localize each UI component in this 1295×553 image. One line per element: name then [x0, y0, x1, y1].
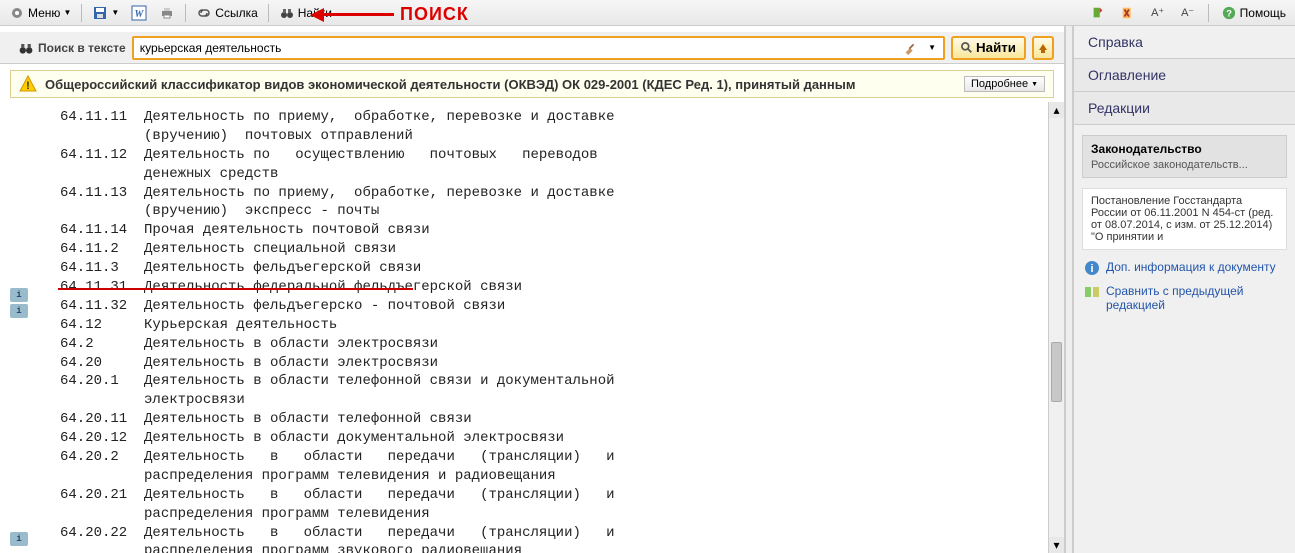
search-label: Поиск в тексте — [38, 41, 126, 55]
doc-line: (вручению) экспресс - почты — [60, 202, 1054, 221]
vertical-scrollbar[interactable]: ▴ ▾ — [1048, 102, 1064, 553]
cog-icon — [9, 5, 25, 21]
font-increase-button[interactable]: A⁺ — [1145, 3, 1171, 23]
find-in-text-button[interactable]: Найти — [951, 36, 1026, 60]
binoculars-icon — [279, 5, 295, 21]
annotation-arrow: ПОИСК — [310, 4, 469, 25]
scroll-up-button[interactable]: ▴ — [1049, 102, 1064, 118]
link-label: Ссылка — [215, 6, 257, 20]
tab-revisions[interactable]: Редакции — [1074, 92, 1295, 125]
binoculars-icon — [18, 40, 34, 56]
decree-box: Постановление Госстандарта России от 06.… — [1082, 188, 1287, 250]
separator — [185, 4, 186, 22]
tool-a-button[interactable] — [1085, 3, 1111, 23]
right-panel: Справка Оглавление Редакции Законодатель… — [1073, 26, 1295, 553]
font-decrease-button[interactable]: A⁻ — [1175, 3, 1201, 23]
help-icon: ? — [1221, 5, 1237, 21]
find-btn-label: Найти — [976, 40, 1016, 55]
tool-b-button[interactable] — [1115, 3, 1141, 23]
info-box: Законодательство Российское законодатель… — [1082, 135, 1287, 178]
notice-text: Общероссийский классификатор видов эконо… — [45, 77, 956, 92]
search-up-button[interactable] — [1032, 36, 1054, 60]
doc-line: 64.11.32 Деятельность фельдъегерско - по… — [60, 297, 1054, 316]
chevron-down-icon: ▼ — [111, 8, 119, 17]
arrow-up-icon — [1037, 42, 1049, 54]
notice-bar: ! Общероссийский классификатор видов эко… — [10, 70, 1054, 98]
svg-text:i: i — [1090, 263, 1093, 275]
doc-line: 64.20.22 Деятельность в области передачи… — [60, 524, 1054, 543]
doc-line: 64.11.2 Деятельность специальной связи — [60, 240, 1054, 259]
doc-line: 64.11.12 Деятельность по осуществлению п… — [60, 146, 1054, 165]
compare-icon — [1084, 284, 1100, 300]
tab-reference[interactable]: Справка — [1074, 26, 1295, 59]
word-icon: W — [131, 5, 147, 21]
doc-line: 64.20.11 Деятельность в области телефонн… — [60, 410, 1054, 429]
svg-text:W: W — [135, 9, 145, 20]
info-sub: Российское законодательств... — [1091, 159, 1278, 171]
doc-line: 64.11.11 Деятельность по приему, обработ… — [60, 108, 1054, 127]
info-header: Законодательство — [1091, 142, 1278, 156]
doc-line: электросвязи — [60, 391, 1054, 410]
search-brush-button[interactable] — [899, 38, 921, 58]
scroll-thumb[interactable] — [1051, 342, 1062, 402]
save-button[interactable]: ▼ — [87, 3, 124, 23]
doc-line: распределения программ телевидения и рад… — [60, 467, 1054, 486]
doc-line: денежных средств — [60, 165, 1054, 184]
printer-icon — [159, 5, 175, 21]
link-icon — [196, 5, 212, 21]
doc-line: 64.11.3 Деятельность фельдъегерской связ… — [60, 259, 1054, 278]
document-body: i i i 64.11.11 Деятельность по приему, о… — [0, 102, 1064, 553]
info-tab-1[interactable]: i — [10, 288, 28, 302]
svg-text:?: ? — [1226, 8, 1232, 19]
menu-button[interactable]: Меню ▼ — [4, 3, 76, 23]
search-input-wrap: ▼ — [132, 36, 945, 60]
doc-line: 64.20 Деятельность в области электросвяз… — [60, 354, 1054, 373]
doc-line: 64.11.13 Деятельность по приему, обработ… — [60, 184, 1054, 203]
separator — [268, 4, 269, 22]
search-dropdown-button[interactable]: ▼ — [921, 38, 943, 58]
link-extra-info[interactable]: i Доп. информация к документу — [1074, 256, 1295, 280]
font-minus-icon: A⁻ — [1180, 5, 1196, 21]
doc-line: 64.12 Курьерская деятельность — [60, 316, 1054, 335]
chevron-down-icon: ▼ — [1031, 81, 1038, 88]
doc-line: распределения программ звукового радиове… — [60, 542, 1054, 553]
svg-text:!: ! — [26, 80, 30, 92]
menu-label: Меню — [28, 6, 60, 20]
highlight-underline — [58, 288, 413, 290]
doc-line: 64.20.2 Деятельность в области передачи … — [60, 448, 1054, 467]
separator — [1208, 4, 1209, 22]
info-tab-2[interactable]: i — [10, 304, 28, 318]
top-toolbar: Меню ▼ ▼ W Ссылка — [0, 0, 1295, 26]
info-icon: i — [1084, 260, 1100, 276]
doc-line: распределения программ телевидения — [60, 505, 1054, 524]
info-tab-3[interactable]: i — [10, 532, 28, 546]
pane-gutter[interactable] — [1065, 26, 1073, 553]
link-button[interactable]: Ссылка — [191, 3, 262, 23]
doc-line: 64.11.14 Прочая деятельность почтовой св… — [60, 221, 1054, 240]
help-button[interactable]: ? Помощь — [1216, 3, 1291, 23]
bookmark-icon — [1090, 5, 1106, 21]
annotation-label: ПОИСК — [400, 4, 469, 25]
help-label: Помощь — [1240, 6, 1286, 20]
scroll-down-button[interactable]: ▾ — [1049, 537, 1064, 553]
floppy-icon — [92, 5, 108, 21]
doc-line: 64.20.1 Деятельность в области телефонно… — [60, 372, 1054, 391]
separator — [81, 4, 82, 22]
tab-contents[interactable]: Оглавление — [1074, 59, 1295, 92]
doc-line: 64.2 Деятельность в области электросвязи — [60, 335, 1054, 354]
link-compare[interactable]: Сравнить с предыдущей редакцией — [1074, 280, 1295, 316]
chevron-down-icon: ▼ — [63, 8, 71, 17]
doc-line: 64.20.21 Деятельность в области передачи… — [60, 486, 1054, 505]
warning-icon: ! — [19, 75, 37, 93]
search-input[interactable] — [134, 38, 899, 58]
magnifier-icon — [961, 42, 973, 54]
search-bar: Поиск в тексте ▼ Найти — [0, 32, 1064, 64]
notice-more-button[interactable]: Подробнее ▼ — [964, 76, 1045, 92]
doc-line: 64.20.12 Деятельность в области документ… — [60, 429, 1054, 448]
doc-line: (вручению) почтовых отправлений — [60, 127, 1054, 146]
print-button[interactable] — [154, 3, 180, 23]
word-export-button[interactable]: W — [126, 3, 152, 23]
cross-doc-icon — [1120, 5, 1136, 21]
font-plus-icon: A⁺ — [1150, 5, 1166, 21]
